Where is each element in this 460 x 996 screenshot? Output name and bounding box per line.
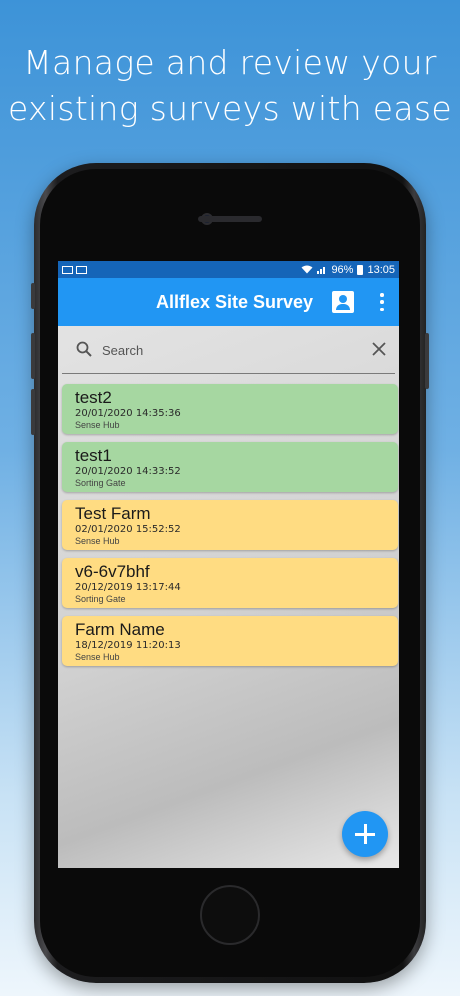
survey-date: 20/12/2019 13:17:44	[75, 582, 181, 593]
survey-date: 20/01/2020 14:35:36	[75, 408, 181, 419]
survey-type: Sorting Gate	[75, 594, 126, 604]
search-bar	[62, 326, 395, 374]
survey-list: test2 20/01/2020 14:35:36 Sense Hub test…	[62, 384, 398, 674]
survey-name: test1	[75, 446, 112, 465]
phone-volume-up	[31, 333, 35, 379]
more-vert-icon[interactable]	[376, 293, 388, 311]
wifi-icon	[301, 265, 313, 274]
battery-percent: 96%	[331, 263, 354, 276]
survey-date: 02/01/2020 15:52:52	[75, 524, 181, 535]
gallery-icon	[76, 265, 87, 274]
app-screen: 96% 13:05 Allflex Site Survey test2 20/0…	[58, 261, 399, 868]
survey-card[interactable]: test1 20/01/2020 14:33:52 Sorting Gate	[62, 442, 398, 492]
survey-name: test2	[75, 388, 112, 407]
survey-name: Test Farm	[75, 504, 151, 523]
survey-card[interactable]: test2 20/01/2020 14:35:36 Sense Hub	[62, 384, 398, 434]
survey-card[interactable]: Test Farm 02/01/2020 15:52:52 Sense Hub	[62, 500, 398, 550]
survey-type: Sense Hub	[75, 652, 120, 662]
app-title: Allflex Site Survey	[156, 292, 314, 312]
search-input[interactable]	[102, 339, 332, 361]
headline-line-1: Manage and review your	[23, 43, 437, 82]
survey-card[interactable]: Farm Name 18/12/2019 11:20:13 Sense Hub	[62, 616, 398, 666]
app-bar: Allflex Site Survey	[58, 278, 399, 326]
phone-power-button	[425, 333, 429, 389]
battery-icon	[357, 264, 364, 275]
home-button[interactable]	[200, 885, 260, 945]
survey-date: 20/01/2020 14:33:52	[75, 466, 181, 477]
status-time: 13:05	[367, 263, 395, 276]
phone-mute-switch	[31, 283, 35, 309]
account-box-icon[interactable]	[332, 291, 354, 313]
search-icon[interactable]	[76, 341, 92, 357]
survey-date: 18/12/2019 11:20:13	[75, 640, 181, 651]
survey-type: Sorting Gate	[75, 478, 126, 488]
survey-type: Sense Hub	[75, 420, 120, 430]
add-survey-button[interactable]	[342, 811, 388, 857]
phone-volume-down	[31, 389, 35, 435]
survey-name: v6-6v7bhf	[75, 562, 150, 581]
survey-card[interactable]: v6-6v7bhf 20/12/2019 13:17:44 Sorting Ga…	[62, 558, 398, 608]
status-bar: 96% 13:05	[58, 261, 399, 278]
survey-name: Farm Name	[75, 620, 165, 639]
earpiece-speaker	[198, 216, 262, 222]
headline-line-2: existing surveys with ease	[8, 89, 452, 128]
screen-mirror-icon	[62, 265, 73, 274]
survey-type: Sense Hub	[75, 536, 120, 546]
close-icon[interactable]	[372, 342, 386, 356]
signal-icon	[317, 267, 326, 274]
headline: Manage and review your existing surveys …	[0, 40, 460, 132]
